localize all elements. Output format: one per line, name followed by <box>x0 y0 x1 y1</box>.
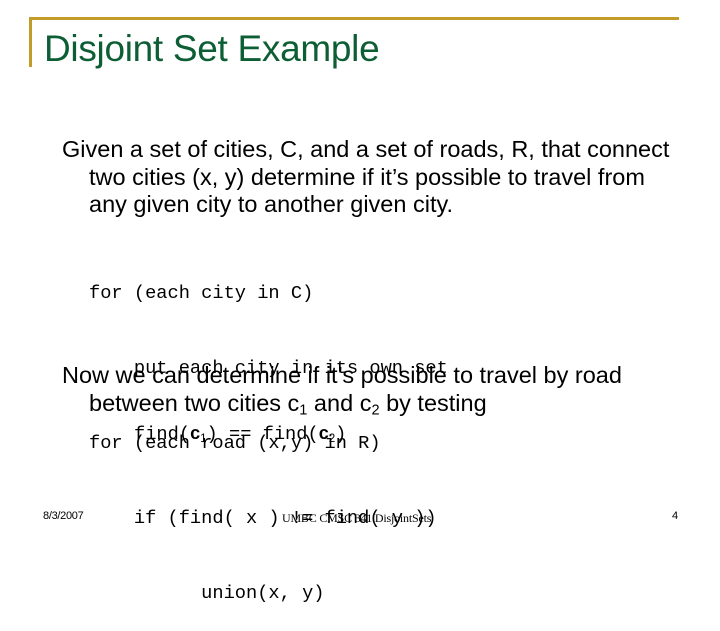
city-variable: c <box>359 389 372 416</box>
city-variable: c <box>318 423 329 443</box>
city-variable: c <box>287 389 300 416</box>
problem-statement: Given a set of cities, C, and a set of r… <box>62 136 670 217</box>
title-accent-rule-top <box>29 17 679 20</box>
code-token: ) == find( <box>206 423 319 445</box>
code-token: ) <box>335 423 347 445</box>
conclusion-statement: Now we can determine if it’s possible to… <box>62 362 689 417</box>
code-line: for (each city in C) <box>89 282 314 304</box>
footer-date: 8/3/2007 <box>43 510 84 522</box>
conclusion-text: by testing <box>379 389 487 416</box>
conclusion-text: and <box>307 389 360 416</box>
footer-course-title: UMBC CMSC 341 DisjointSets <box>282 511 432 525</box>
code-line: union(x, y) <box>89 582 325 604</box>
test-expression: find(c1) == find(c2) <box>134 421 346 447</box>
subscript: 2 <box>371 402 380 419</box>
slide-title: Disjoint Set Example <box>44 28 380 69</box>
page-number: 4 <box>672 510 679 522</box>
code-token: find( <box>134 423 191 445</box>
city-variable: c <box>190 423 201 443</box>
title-accent-rule-left <box>29 17 32 67</box>
